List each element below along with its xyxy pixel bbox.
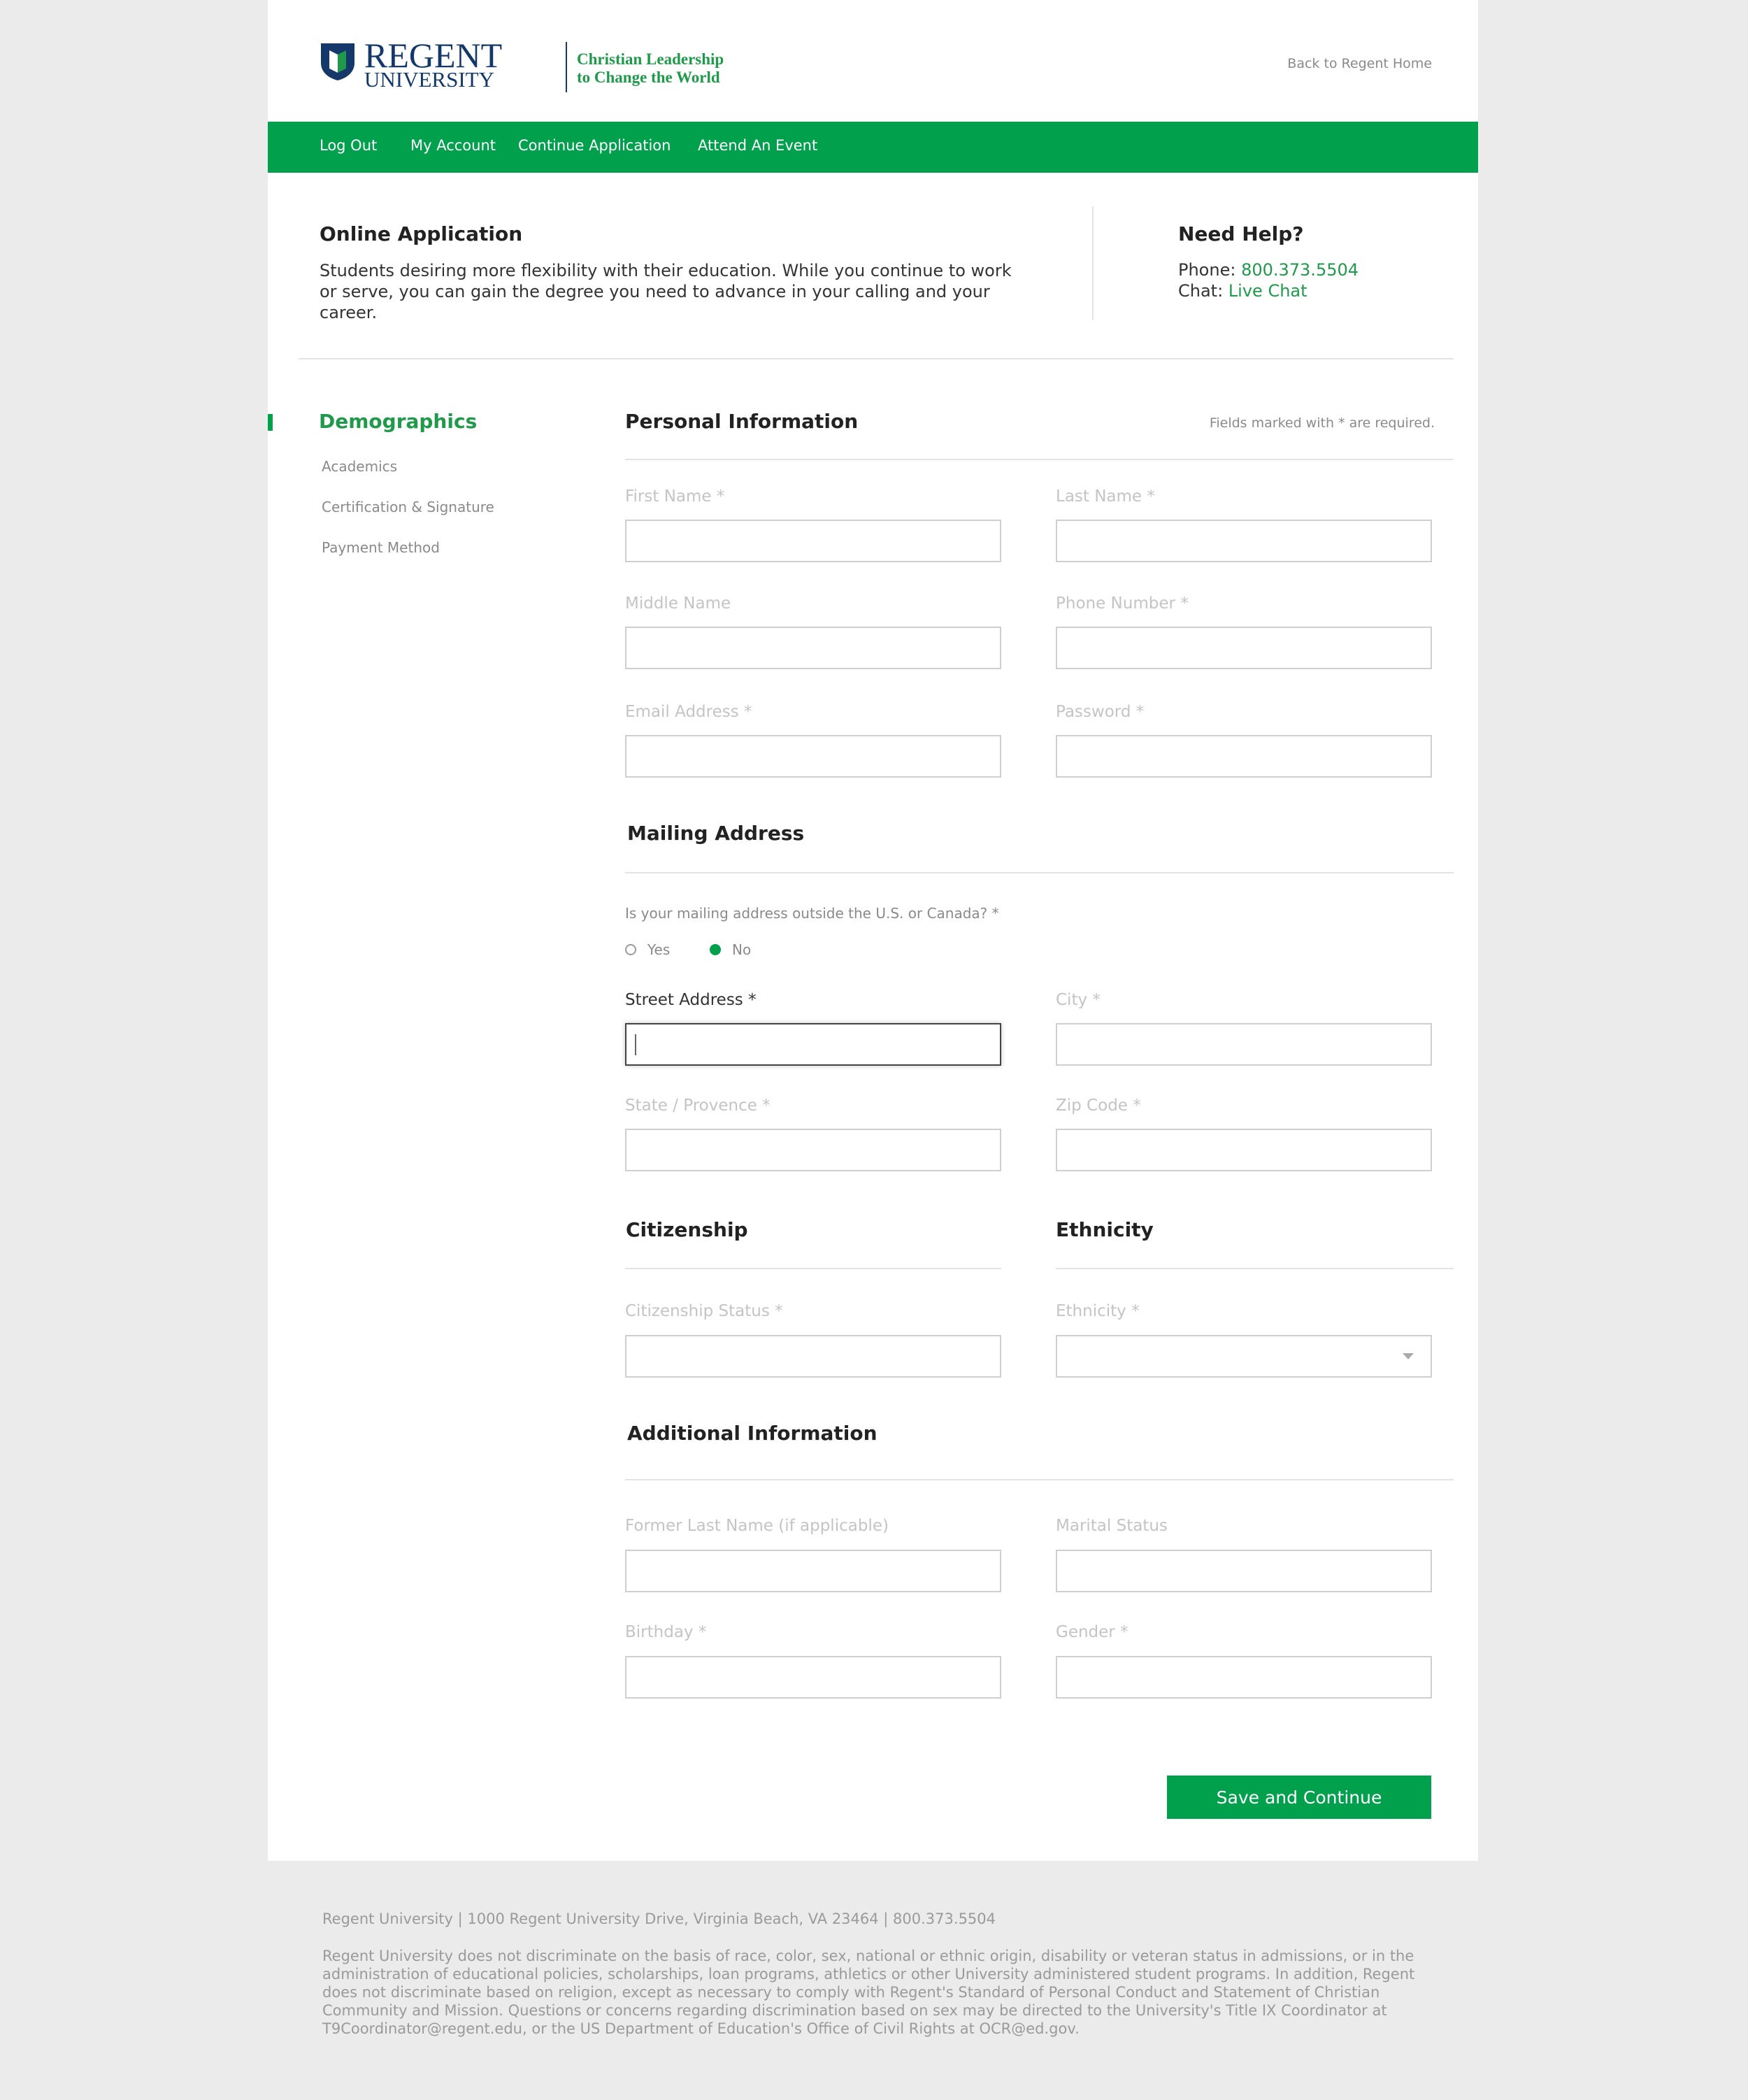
- mailing-address-title: Mailing Address: [627, 822, 805, 845]
- nav-continue-application[interactable]: Continue Application: [518, 137, 671, 154]
- email-field[interactable]: [625, 735, 1001, 778]
- last-name-label: Last Name *: [1056, 487, 1155, 506]
- intro-title: Online Application: [320, 222, 523, 245]
- help-phone-line: Phone: 800.373.5504: [1178, 260, 1359, 280]
- additional-info-divider: [625, 1479, 1454, 1480]
- shield-icon: [321, 43, 354, 80]
- nav-log-out[interactable]: Log Out: [320, 137, 377, 154]
- middle-name-label: Middle Name: [625, 594, 731, 613]
- citizenship-divider: [625, 1268, 1001, 1269]
- chevron-down-icon: [1403, 1353, 1414, 1359]
- citizenship-status-label: Citizenship Status *: [625, 1302, 783, 1320]
- state-label: State / Provence *: [625, 1097, 771, 1115]
- help-phone-link[interactable]: 800.373.5504: [1241, 260, 1359, 280]
- page-container: REGENT UNIVERSITY Christian Leadership t…: [268, 0, 1478, 1861]
- password-field[interactable]: [1056, 735, 1432, 778]
- logo-tagline: Christian Leadership to Change the World: [577, 50, 724, 87]
- first-name-label: First Name *: [625, 487, 725, 506]
- first-name-field[interactable]: [625, 520, 1001, 562]
- logo-university-text: UNIVERSITY: [364, 67, 494, 92]
- former-last-name-field[interactable]: [625, 1550, 1001, 1592]
- last-name-field[interactable]: [1056, 520, 1432, 562]
- marital-status-label: Marital Status: [1056, 1517, 1168, 1535]
- password-label: Password *: [1056, 703, 1145, 721]
- nav-attend-event[interactable]: Attend An Event: [698, 137, 817, 154]
- city-field[interactable]: [1056, 1023, 1432, 1066]
- intro-text: Students desiring more flexibility with …: [320, 261, 1012, 322]
- street-address-label: Street Address *: [625, 991, 757, 1009]
- help-chat-line: Chat: Live Chat: [1178, 281, 1308, 301]
- logo-divider: [566, 42, 567, 92]
- email-label: Email Address *: [625, 703, 752, 721]
- radio-yes-label: Yes: [647, 941, 671, 958]
- outside-us-question: Is your mailing address outside the U.S.…: [625, 905, 999, 922]
- zip-code-label: Zip Code *: [1056, 1097, 1141, 1115]
- radio-no-circle[interactable]: [710, 944, 721, 955]
- mailing-address-divider: [625, 872, 1454, 873]
- gender-field[interactable]: [1056, 1656, 1432, 1699]
- phone-number-field[interactable]: [1056, 627, 1432, 669]
- personal-info-title: Personal Information: [625, 410, 859, 433]
- logo-tagline-line-2: to Change the World: [577, 69, 720, 86]
- help-title: Need Help?: [1178, 222, 1304, 245]
- radio-no-label: No: [732, 941, 752, 958]
- birthday-field[interactable]: [625, 1656, 1001, 1699]
- former-last-name-label: Former Last Name (if applicable): [625, 1517, 889, 1535]
- phone-number-label: Phone Number *: [1056, 594, 1189, 613]
- citizenship-status-field[interactable]: [625, 1335, 1001, 1378]
- required-fields-note: Fields marked with * are required.: [1209, 415, 1435, 431]
- marital-status-field[interactable]: [1056, 1550, 1432, 1592]
- gender-label: Gender *: [1056, 1623, 1129, 1641]
- additional-info-title: Additional Information: [627, 1422, 877, 1445]
- city-label: City *: [1056, 991, 1101, 1009]
- active-step-marker: [268, 414, 273, 431]
- nav-my-account[interactable]: My Account: [410, 137, 496, 154]
- personal-info-divider: [625, 459, 1454, 460]
- logo-tagline-line-1: Christian Leadership: [577, 50, 724, 68]
- main-nav: Log Out My Account Continue Application …: [268, 122, 1478, 173]
- section-divider: [299, 358, 1454, 359]
- back-to-home-link[interactable]: Back to Regent Home: [1287, 56, 1432, 71]
- sidebar-item-certification[interactable]: Certification & Signature: [322, 499, 494, 515]
- help-phone-label: Phone:: [1178, 260, 1242, 280]
- ethnicity-title: Ethnicity: [1056, 1218, 1154, 1241]
- save-and-continue-button[interactable]: Save and Continue: [1167, 1776, 1431, 1819]
- middle-name-field[interactable]: [625, 627, 1001, 669]
- footer-address: Regent University | 1000 Regent Universi…: [322, 1910, 996, 1927]
- sidebar-item-academics[interactable]: Academics: [322, 458, 397, 475]
- ethnicity-select[interactable]: [1056, 1335, 1432, 1378]
- help-chat-label: Chat:: [1178, 281, 1228, 301]
- birthday-label: Birthday *: [625, 1623, 707, 1641]
- ethnicity-label: Ethnicity *: [1056, 1302, 1140, 1320]
- sidebar-item-demographics[interactable]: Demographics: [319, 410, 477, 433]
- footer-legal-text: Regent University does not discriminate …: [322, 1948, 1415, 2037]
- text-caret: [635, 1034, 636, 1055]
- state-field[interactable]: [625, 1129, 1001, 1171]
- citizenship-title: Citizenship: [626, 1218, 748, 1241]
- ethnicity-divider: [1056, 1268, 1454, 1269]
- intro-divider: [1092, 206, 1094, 320]
- street-address-field[interactable]: [625, 1023, 1001, 1066]
- zip-code-field[interactable]: [1056, 1129, 1432, 1171]
- radio-yes-circle[interactable]: [625, 944, 636, 955]
- live-chat-link[interactable]: Live Chat: [1228, 281, 1308, 301]
- sidebar-item-payment[interactable]: Payment Method: [322, 539, 440, 556]
